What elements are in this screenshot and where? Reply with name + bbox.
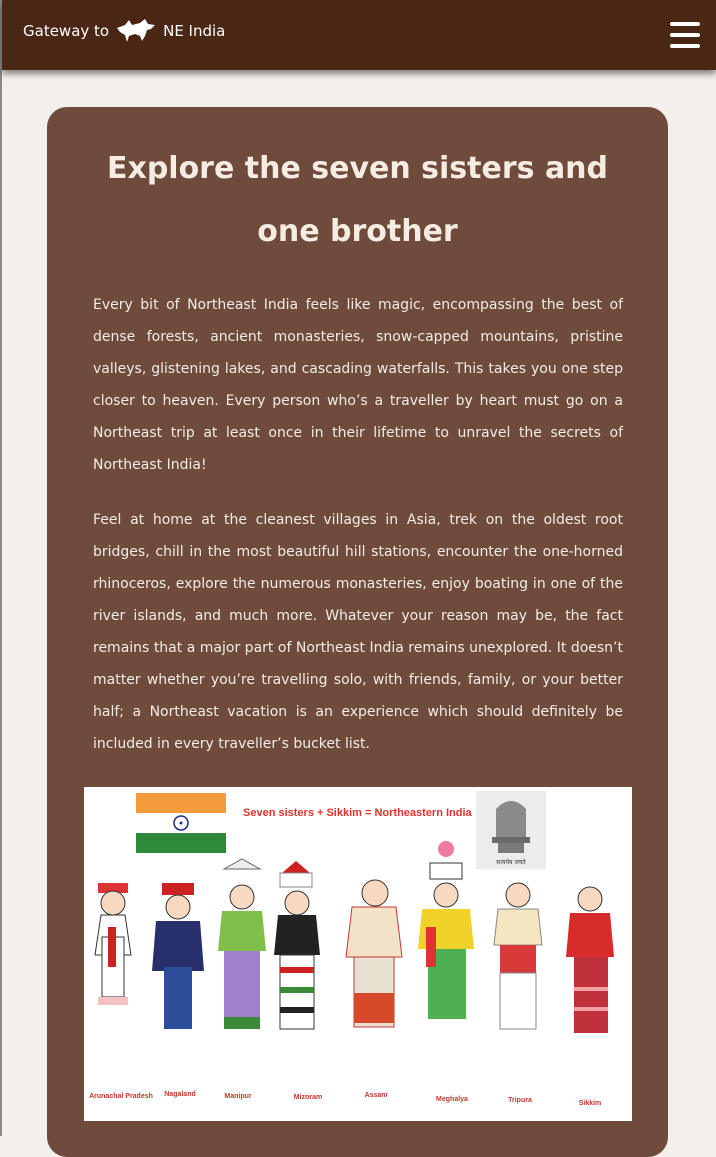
state-label: Assam bbox=[365, 1092, 388, 1099]
figure-assam bbox=[345, 879, 403, 1028]
figure-nagaland bbox=[152, 883, 204, 1029]
figure-arunachal bbox=[94, 883, 132, 1005]
state-label: Arunachal Pradesh bbox=[89, 1093, 153, 1100]
hamburger-menu-icon[interactable] bbox=[670, 22, 700, 50]
national-emblem-icon: सत्यमेव जयते bbox=[476, 791, 546, 869]
site-logo[interactable]: Gateway to NE India bbox=[23, 14, 225, 48]
page-title: Explore the seven sisters and one brothe… bbox=[106, 151, 609, 249]
state-label: Sikkim bbox=[579, 1100, 602, 1107]
site-header: Gateway to NE India bbox=[2, 0, 716, 70]
intro-paragraph-2: Feel at home at the cleanest villages in… bbox=[93, 512, 623, 752]
state-label: Manipur bbox=[224, 1093, 251, 1100]
state-label: Tripura bbox=[508, 1097, 532, 1104]
state-label: Meghalya bbox=[436, 1096, 468, 1103]
logo-text-ne-india: NE India bbox=[163, 22, 226, 40]
seven-sisters-illustration: Seven sisters + Sikkim = Northeastern In… bbox=[84, 787, 632, 1121]
figure-meghalaya bbox=[418, 841, 474, 1019]
menu-bar bbox=[670, 22, 700, 26]
figure-mizoram bbox=[274, 861, 320, 1030]
figure-tripura bbox=[493, 882, 543, 1030]
figure-sikkim bbox=[566, 886, 614, 1033]
emblem-caption: सत्यमेव जयते bbox=[496, 858, 526, 866]
indian-flag-icon bbox=[136, 793, 226, 853]
rhino-icon bbox=[117, 19, 156, 42]
illustration-heading: Seven sisters + Sikkim = Northeastern In… bbox=[243, 807, 473, 819]
menu-bar bbox=[670, 44, 700, 48]
menu-bar bbox=[670, 33, 700, 37]
state-label: Mizoram bbox=[294, 1094, 322, 1101]
logo-text-gateway: Gateway to bbox=[23, 22, 110, 40]
state-labels: Arunachal Pradesh Nagaland Manipur Mizor… bbox=[89, 1091, 601, 1107]
figure-manipur bbox=[218, 858, 266, 1029]
window-edge bbox=[0, 0, 2, 1136]
intro-paragraph-1: Every bit of Northeast India feels like … bbox=[93, 297, 623, 473]
state-label: Nagaland bbox=[164, 1091, 196, 1098]
illustration-svg: Seven sisters + Sikkim = Northeastern In… bbox=[89, 791, 614, 1107]
intro-card: Explore the seven sisters and one brothe… bbox=[47, 107, 668, 1157]
